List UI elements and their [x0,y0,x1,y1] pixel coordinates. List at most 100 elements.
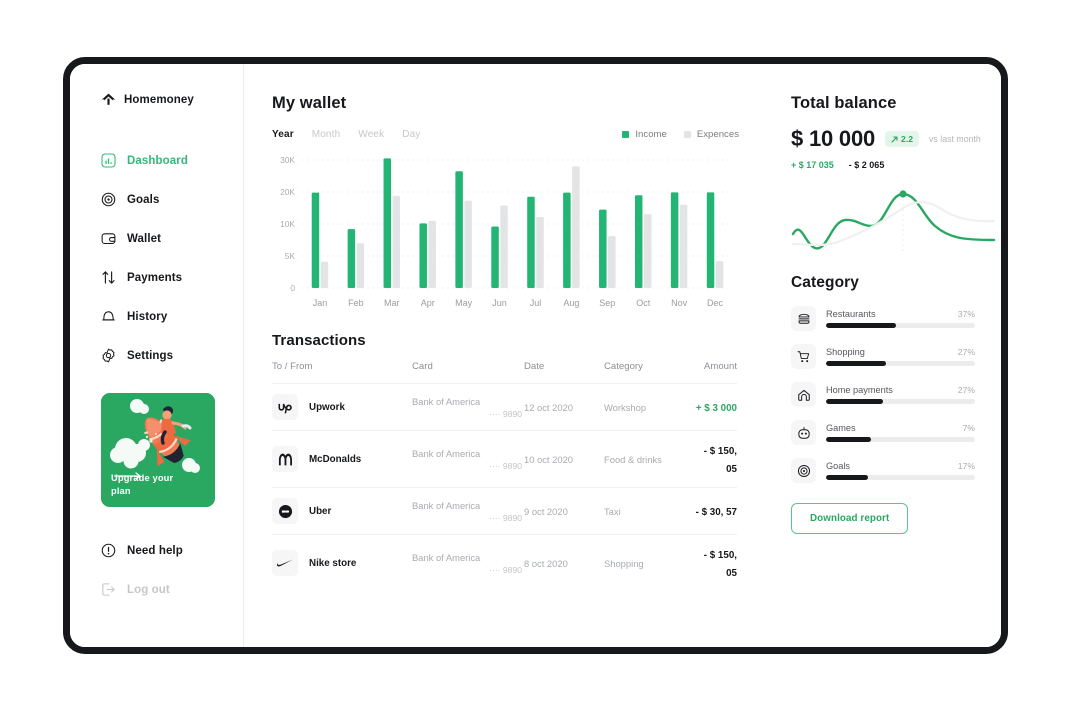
td-party: McDonalds [272,430,412,488]
x-axis-tick-label: Apr [421,298,435,308]
x-axis-tick-label: Jan [313,298,328,308]
card-bank: Bank of America [412,447,481,459]
x-axis-tick-label: Oct [636,298,651,308]
party-name: McDonalds [309,453,362,465]
period-tabs: Year Month Week Day [272,129,421,140]
target-icon [101,192,116,207]
transaction-amount: - $ 150, 05 [703,550,737,579]
device-frame: Homemoney Dashboard Goals Wallet Payment… [63,57,1008,654]
x-axis-tick-label: May [455,298,473,308]
x-axis-tick-label: Jun [492,298,507,308]
sidebar-item-dashboard[interactable]: Dashboard [70,141,243,180]
tab-day[interactable]: Day [402,129,420,140]
bar-expences [536,216,544,288]
bar-income [455,171,463,288]
category-body: Shopping 27% [826,347,975,366]
card-number: ···· 9890 [489,512,522,523]
upgrade-plan-text: Upgrade your plan [111,472,173,497]
bar-income [419,223,427,288]
td-party: Upwork [272,383,412,431]
upgrade-plan-card[interactable]: Upgrade your plan [101,393,215,507]
sidebar: Homemoney Dashboard Goals Wallet Payment… [70,64,244,647]
y-axis-tick-label: 10K [280,219,295,229]
tab-month[interactable]: Month [312,129,341,140]
sidebar-item-settings[interactable]: Settings [70,336,243,375]
card-number: ···· 9890 [489,408,522,419]
category-progress-fill [826,437,871,442]
sidebar-item-history[interactable]: History [70,297,243,336]
th-date: Date [524,361,545,372]
sidebar-bottom-nav: Need help Log out [70,531,243,609]
category-name: Goals [826,461,851,472]
x-axis-tick-label: Nov [671,298,688,308]
sparkline-marker-dot [899,190,907,198]
table-row[interactable]: Nike store Bank of America ···· 9890 8 oct … [272,534,737,591]
legend-label: Income [635,129,667,140]
legend-swatch [622,131,630,138]
main-content: My wallet Year Month Week Day Income Exp… [244,64,769,647]
right-panel: Total balance $ 10 000 2.2 vs last month… [769,64,1001,647]
upgrade-line2: plan [111,485,131,496]
sidebar-item-goals[interactable]: Goals [70,180,243,219]
tab-week[interactable]: Week [358,129,384,140]
sidebar-item-label: Goals [127,193,160,206]
category-progress-fill [826,323,897,328]
transaction-amount: + $ 3 000 [695,403,737,414]
category-item[interactable]: Games 7% [791,420,975,445]
table-row[interactable]: Upwork Bank of America ···· 9890 12 oct 202… [272,383,737,431]
download-report-button[interactable]: Download report [791,503,909,534]
sidebar-item-need-help[interactable]: Need help [70,531,243,570]
td-category: Workshop [604,383,692,431]
category-item[interactable]: Shopping 27% [791,344,975,369]
category-item[interactable]: Restaurants 37% [791,306,975,331]
chart-legend: Income Expences [622,129,739,140]
table-row[interactable]: McDonalds Bank of America ···· 9890 10 oct … [272,430,737,488]
bar-expences [500,205,508,288]
td-date: 10 oct 2020 [524,430,604,488]
bar-chart-svg: 0 5K 10K 20K 30K Jan Feb Mar Apr May Jun Jul Aug Sep O… [280,155,733,308]
y-axis-tick-label: 30K [280,155,295,165]
td-party: Nike store [272,534,412,591]
sidebar-item-payments[interactable]: Payments [70,258,243,297]
legend-item-expences: Expences [683,129,739,140]
nike-logo-icon [272,550,298,576]
transaction-amount: - $ 150, 05 [703,446,737,475]
category-item[interactable]: Home payments 27% [791,382,975,407]
legend-label: Expences [696,129,739,140]
y-axis-tick-label: 0 [290,283,295,293]
app-screen: Homemoney Dashboard Goals Wallet Payment… [70,64,1001,647]
bar-income [527,196,535,288]
category-progress-track [826,323,975,328]
td-card: Bank of America ···· 9890 [412,487,524,535]
td-card: Bank of America ···· 9890 [412,534,524,591]
td-amount: - $ 30, 57 [692,487,737,535]
td-party: Uber [272,487,412,535]
bar-expences [392,195,401,288]
transaction-amount: - $ 30, 57 [695,507,737,518]
category-body: Home payments 27% [826,385,975,404]
x-axis-tick-label: Dec [707,298,724,308]
badge-value: 2.2 [901,134,913,144]
home-arrow-up-icon [101,93,116,105]
card-bank: Bank of America [412,551,481,563]
bar-expences [643,214,652,288]
balance-row: $ 10 000 2.2 vs last month [791,126,981,152]
brand[interactable]: Homemoney [70,92,243,107]
sidebar-item-log-out[interactable]: Log out [70,570,243,609]
category-percent: 27% [957,347,975,358]
bar-income [491,226,499,288]
th-to-from: To / From [272,361,313,372]
card-number: ···· 9890 [489,460,522,471]
tab-year[interactable]: Year [272,129,294,140]
bar-expences [679,204,688,288]
gear-icon [102,348,115,363]
sidebar-item-wallet[interactable]: Wallet [70,219,243,258]
game-robot-icon [791,420,816,445]
chart-controls: Year Month Week Day Income Expences [272,129,769,140]
table-row[interactable]: Uber Bank of America ···· 9890 9 oct 2020 Ta… [272,487,737,535]
shopping-cart-icon [791,344,816,369]
category-item[interactable]: Goals 17% [791,458,975,483]
category-name: Restaurants [826,309,876,320]
sidebar-item-label: Wallet [127,232,162,245]
th-card: Card [412,361,433,372]
